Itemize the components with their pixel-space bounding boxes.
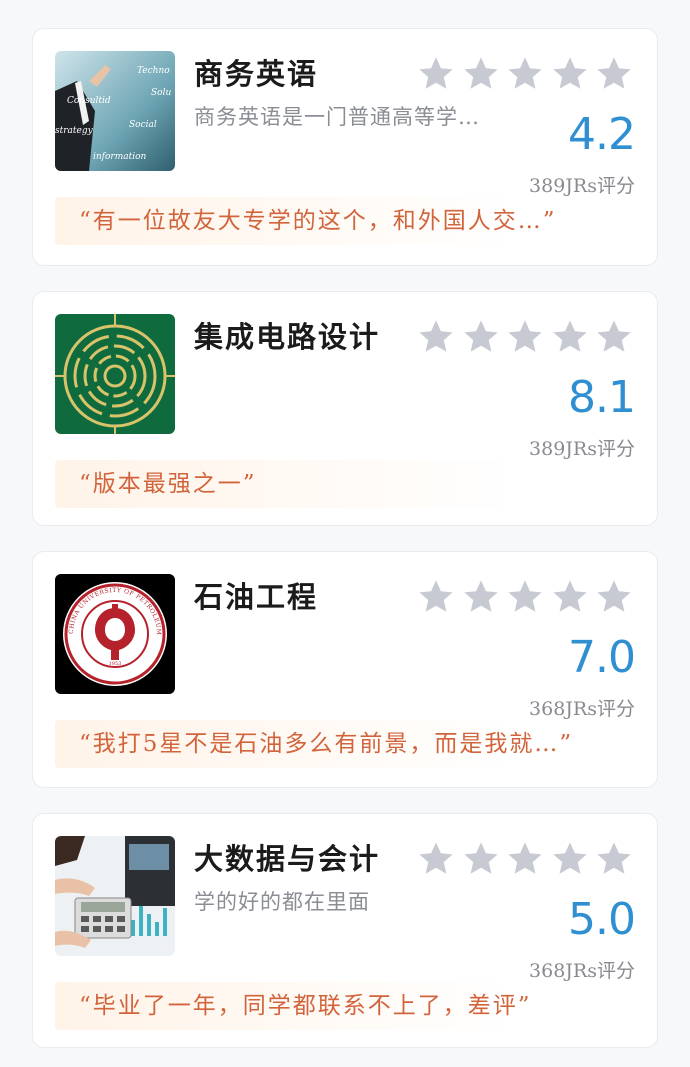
star-icon <box>506 318 544 356</box>
close-quote-mark: ” <box>542 208 557 234</box>
score-value: 5.0 <box>568 894 636 945</box>
star-icon <box>462 318 500 356</box>
review-quote[interactable]: “毕业了一年，同学都联系不上了，差评” <box>55 982 635 1030</box>
star-rating <box>417 55 633 95</box>
review-text: 有一位故友大专学的这个，和外国人交… <box>92 208 543 234</box>
major-title: 石油工程 <box>194 580 319 614</box>
major-card[interactable]: 1953 CHINA UNIVERSITY OF PETROLEUM 石油工程 … <box>32 551 658 788</box>
star-icon <box>417 578 455 616</box>
star-icon <box>462 840 500 878</box>
star-icon <box>595 55 633 93</box>
star-icon <box>551 318 589 356</box>
star-icon <box>551 578 589 616</box>
close-quote-mark: ” <box>517 993 532 1019</box>
score-value: 4.2 <box>568 109 636 160</box>
circuit-thumbnail <box>55 314 175 434</box>
review-text: 版本最强之一 <box>92 471 243 497</box>
open-quote-mark: “ <box>79 208 93 234</box>
review-text: 我打5星不是石油多么有前景，而是我就… <box>92 731 560 757</box>
star-icon <box>462 55 500 93</box>
svg-text:Social: Social <box>129 120 157 130</box>
star-icon <box>595 578 633 616</box>
accounting-thumbnail <box>55 836 175 956</box>
open-quote-mark: “ <box>79 471 93 497</box>
review-text: 毕业了一年，同学都联系不上了，差评 <box>92 993 518 1019</box>
major-list: Techno Solu Consultid Social information… <box>0 0 690 1067</box>
major-description: 商务英语是一门普通高等学… <box>194 105 480 129</box>
major-card[interactable]: Techno Solu Consultid Social information… <box>32 28 658 266</box>
star-icon <box>551 55 589 93</box>
svg-text:Consultid: Consultid <box>67 96 111 106</box>
star-icon <box>506 578 544 616</box>
close-quote-mark: ” <box>242 471 257 497</box>
major-description: 学的好的都在里面 <box>194 890 370 914</box>
major-card[interactable]: 集成电路设计 8.1 389JRs评分 “版本最强之一” <box>32 291 658 526</box>
rating-count: 389JRs评分 <box>529 438 635 460</box>
star-rating <box>417 840 633 880</box>
petroleum-university-logo-icon: 1953 CHINA UNIVERSITY OF PETROLEUM <box>55 574 175 694</box>
major-title: 大数据与会计 <box>194 842 381 876</box>
star-icon <box>506 840 544 878</box>
close-quote-mark: ” <box>559 731 574 757</box>
rating-count: 368JRs评分 <box>529 960 635 982</box>
star-icon <box>417 840 455 878</box>
major-card[interactable]: 大数据与会计 学的好的都在里面 5.0 368JRs评分 “毕业了一年，同学都联… <box>32 813 658 1048</box>
business-english-photo-icon: Techno Solu Consultid Social information… <box>55 51 175 171</box>
rating-count: 368JRs评分 <box>529 698 635 720</box>
star-rating <box>417 318 633 358</box>
open-quote-mark: “ <box>79 731 93 757</box>
major-title: 商务英语 <box>194 57 319 91</box>
circuit-board-photo-icon <box>55 314 175 434</box>
star-icon <box>595 318 633 356</box>
star-icon <box>417 318 455 356</box>
rating-count: 389JRs评分 <box>529 175 635 197</box>
open-quote-mark: “ <box>79 993 93 1019</box>
score-value: 7.0 <box>568 632 636 683</box>
score-value: 8.1 <box>568 372 636 423</box>
star-icon <box>417 55 455 93</box>
svg-text:information: information <box>93 152 147 162</box>
review-quote[interactable]: “我打5星不是石油多么有前景，而是我就…” <box>55 720 635 768</box>
business-english-thumbnail: Techno Solu Consultid Social information… <box>55 51 175 171</box>
star-rating <box>417 578 633 618</box>
svg-text:Solu: Solu <box>151 88 171 98</box>
star-icon <box>551 840 589 878</box>
svg-text:Techno: Techno <box>137 66 170 76</box>
major-title: 集成电路设计 <box>194 320 381 354</box>
accounting-calculator-photo-icon <box>55 836 175 956</box>
star-icon <box>595 840 633 878</box>
petroleum-thumbnail: 1953 CHINA UNIVERSITY OF PETROLEUM <box>55 574 175 694</box>
svg-text:1953: 1953 <box>109 661 122 667</box>
star-icon <box>506 55 544 93</box>
star-icon <box>462 578 500 616</box>
svg-text:strategy: strategy <box>55 126 94 136</box>
review-quote[interactable]: “版本最强之一” <box>55 460 635 508</box>
review-quote[interactable]: “有一位故友大专学的这个，和外国人交…” <box>55 197 635 245</box>
